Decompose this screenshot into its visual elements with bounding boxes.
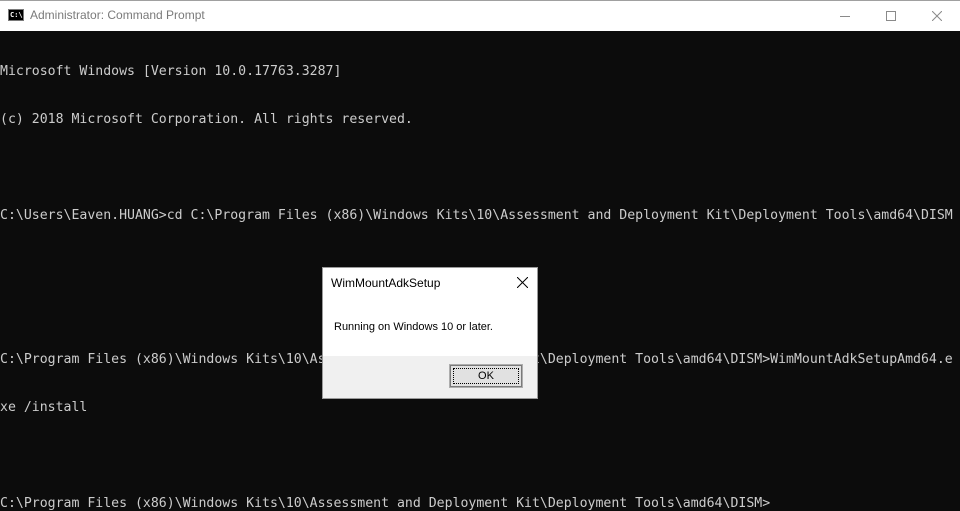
window-title: Administrator: Command Prompt bbox=[30, 8, 205, 22]
message-dialog: WimMountAdkSetup Running on Windows 10 o… bbox=[322, 267, 538, 399]
minimize-button[interactable] bbox=[822, 1, 868, 31]
focus-rect bbox=[453, 368, 519, 384]
window-controls bbox=[822, 1, 960, 31]
maximize-button[interactable] bbox=[868, 1, 914, 31]
console-line: (c) 2018 Microsoft Corporation. All righ… bbox=[0, 112, 413, 127]
close-icon bbox=[516, 276, 528, 288]
close-button[interactable] bbox=[914, 1, 960, 31]
maximize-icon bbox=[886, 11, 896, 21]
dialog-footer: OK bbox=[323, 356, 537, 398]
dialog-close-button[interactable] bbox=[515, 275, 529, 289]
title-bar[interactable]: C:\. Administrator: Command Prompt bbox=[0, 1, 960, 31]
dialog-message: Running on Windows 10 or later. bbox=[334, 321, 493, 333]
console-prompt-line: C:\Program Files (x86)\Windows Kits\10\A… bbox=[0, 496, 771, 511]
ok-button[interactable]: OK bbox=[449, 364, 523, 388]
console-line: xe /install bbox=[0, 400, 88, 415]
cmd-icon: C:\. bbox=[8, 9, 27, 21]
close-icon bbox=[932, 11, 942, 21]
minimize-icon bbox=[840, 16, 850, 17]
console-line: C:\Users\Eaven.HUANG>cd C:\Program Files… bbox=[0, 208, 953, 223]
dialog-title: WimMountAdkSetup bbox=[331, 276, 441, 290]
console-line: Microsoft Windows [Version 10.0.17763.32… bbox=[0, 64, 342, 79]
